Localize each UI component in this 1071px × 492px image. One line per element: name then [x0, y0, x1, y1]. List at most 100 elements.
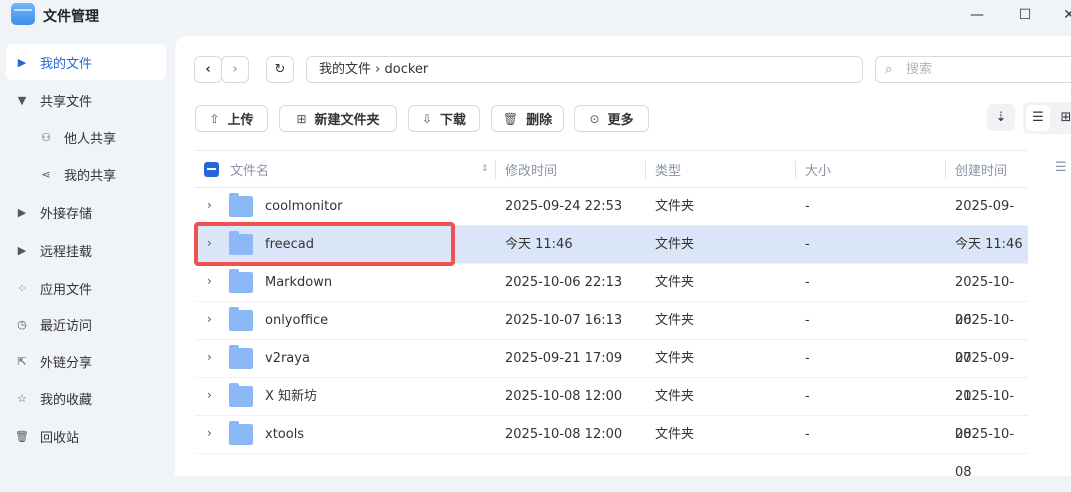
sidebar-item-label: 最近访问	[40, 318, 93, 334]
sidebar-item-5[interactable]: ▶ 远程挂载	[6, 232, 166, 268]
sidebar-item-8[interactable]: ⇱ 外链分享	[6, 343, 166, 379]
sidebar-item-label: 我的文件	[40, 56, 93, 72]
minimize-button[interactable]: —	[966, 4, 988, 26]
file-type: 文件夹	[655, 237, 695, 252]
expand-chevron-icon[interactable]: ›	[207, 312, 212, 326]
caret-down-icon: ▼	[17, 93, 27, 107]
download-button[interactable]: ⇩ 下载	[408, 105, 480, 132]
file-size: -	[805, 275, 810, 290]
search-icon: ⌕	[885, 62, 893, 77]
delete-label: 删除	[526, 113, 553, 128]
file-name[interactable]: xtools	[265, 416, 304, 454]
table-row[interactable]: › X 知新坊 2025-10-08 12:00 文件夹 - 2025-10-0…	[195, 378, 1028, 442]
expand-chevron-icon[interactable]: ›	[207, 274, 212, 288]
file-name[interactable]: Markdown	[265, 264, 332, 302]
more-button[interactable]: ⊙ 更多	[574, 105, 649, 132]
star-icon: ☆	[17, 391, 27, 405]
file-type: 文件夹	[655, 199, 695, 214]
expand-chevron-icon[interactable]: ›	[207, 198, 212, 212]
sort-arrows-icon[interactable]: ⇕	[481, 151, 489, 187]
table-row[interactable]: › xtools 2025-10-08 12:00 文件夹 - 2025-10-…	[195, 416, 1028, 480]
file-type: 文件夹	[655, 389, 695, 404]
download-label: 下载	[440, 113, 467, 128]
sidebar-item-label: 回收站	[40, 430, 80, 446]
back-button[interactable]: ‹	[194, 56, 222, 83]
delete-button[interactable]: 🗑 删除	[491, 105, 564, 132]
file-name[interactable]: coolmonitor	[265, 188, 343, 226]
search-placeholder: 搜索	[906, 62, 933, 77]
modified-time: 2025-09-21 17:09	[505, 351, 623, 366]
sidebar-item-0[interactable]: ▶ 我的文件	[6, 44, 166, 80]
sidebar-item-2[interactable]: ⚇ 他人共享	[6, 119, 166, 155]
folder-icon	[229, 307, 253, 331]
file-size: -	[805, 313, 810, 328]
sidebar-item-3[interactable]: ⋖ 我的共享	[6, 156, 166, 192]
header-type[interactable]: 类型	[655, 151, 681, 187]
search-input[interactable]: ⌕ 搜索	[875, 56, 1071, 83]
table-row[interactable]: › v2raya 2025-09-21 17:09 文件夹 - 2025-09-…	[195, 340, 1028, 404]
file-size: -	[805, 389, 810, 404]
breadcrumb-root[interactable]: 我的文件	[319, 62, 371, 77]
forward-button[interactable]: ›	[221, 56, 249, 83]
new-folder-button[interactable]: ⊞ 新建文件夹	[279, 105, 397, 132]
sidebar-item-10[interactable]: 🗑 回收站	[6, 418, 166, 454]
breadcrumb-separator: ›	[375, 62, 381, 77]
view-toggle: ☰ ⊞	[1023, 102, 1071, 134]
file-name[interactable]: onlyoffice	[265, 302, 328, 340]
modified-time: 2025-10-07 16:13	[505, 313, 623, 328]
header-created[interactable]: 创建时间	[955, 151, 1007, 187]
created-time: 今天 11:46	[955, 237, 1023, 252]
select-all-checkbox[interactable]	[204, 162, 219, 177]
file-type: 文件夹	[655, 313, 695, 328]
refresh-button[interactable]: ↻	[266, 56, 294, 83]
share-icon: ⋖	[41, 167, 51, 181]
file-size: -	[805, 237, 810, 252]
file-type: 文件夹	[655, 275, 695, 290]
folder-icon	[229, 193, 253, 217]
file-name[interactable]: X 知新坊	[265, 378, 317, 416]
sidebar-item-6[interactable]: ⁘ 应用文件	[6, 270, 166, 306]
expand-chevron-icon[interactable]: ›	[207, 350, 212, 364]
sidebar-item-label: 外链分享	[40, 355, 93, 371]
chevron-left-icon: ‹	[205, 62, 211, 77]
upload-label: 上传	[227, 113, 254, 128]
table-row[interactable]: › coolmonitor 2025-09-24 22:53 文件夹 - 202…	[195, 188, 1028, 252]
external-share-icon: ⇱	[17, 354, 27, 368]
close-button[interactable]: ✕	[1058, 4, 1071, 26]
breadcrumb[interactable]: 我的文件 › docker	[306, 56, 863, 83]
expand-chevron-icon[interactable]: ›	[207, 388, 212, 402]
expand-chevron-icon[interactable]: ›	[207, 426, 212, 440]
sidebar-item-label: 外接存储	[40, 206, 93, 222]
sort-button[interactable]: ⇣	[987, 104, 1015, 131]
header-size[interactable]: 大小	[805, 151, 831, 187]
download-icon: ⇩	[421, 111, 433, 126]
grid-view-icon[interactable]: ⊞	[1054, 105, 1071, 131]
clock-icon: ◷	[17, 317, 27, 331]
sidebar-item-label: 共享文件	[40, 94, 93, 110]
sidebar-item-9[interactable]: ☆ 我的收藏	[6, 380, 166, 416]
sidebar-item-7[interactable]: ◷ 最近访问	[6, 306, 166, 342]
file-type: 文件夹	[655, 351, 695, 366]
refresh-icon: ↻	[274, 62, 286, 77]
list-view-icon[interactable]: ☰	[1026, 105, 1050, 131]
new-folder-icon: ⊞	[296, 111, 307, 126]
folder-icon	[229, 421, 253, 445]
caret-right-icon: ▶	[17, 55, 27, 69]
chevron-right-icon: ›	[232, 62, 238, 77]
sort-icon: ⇣	[995, 110, 1007, 125]
sidebar-item-label: 我的共享	[64, 168, 117, 184]
header-modified[interactable]: 修改时间	[505, 151, 557, 187]
sidebar-item-4[interactable]: ▶ 外接存储	[6, 194, 166, 230]
header-name[interactable]: 文件名	[230, 151, 269, 187]
upload-button[interactable]: ⇧ 上传	[195, 105, 268, 132]
file-size: -	[805, 427, 810, 442]
table-row[interactable]: › onlyoffice 2025-10-07 16:13 文件夹 - 2025…	[195, 302, 1028, 366]
maximize-button[interactable]: ☐	[1014, 4, 1036, 26]
sidebar-item-1[interactable]: ▼ 共享文件	[6, 82, 166, 118]
file-name[interactable]: v2raya	[265, 340, 310, 378]
modified-time: 2025-10-08 12:00	[505, 389, 623, 404]
modified-time: 2025-10-06 22:13	[505, 275, 623, 290]
column-settings-icon[interactable]: ☰	[1055, 160, 1067, 175]
table-row[interactable]: › Markdown 2025-10-06 22:13 文件夹 - 2025-1…	[195, 264, 1028, 328]
app-title: 文件管理	[43, 9, 99, 25]
